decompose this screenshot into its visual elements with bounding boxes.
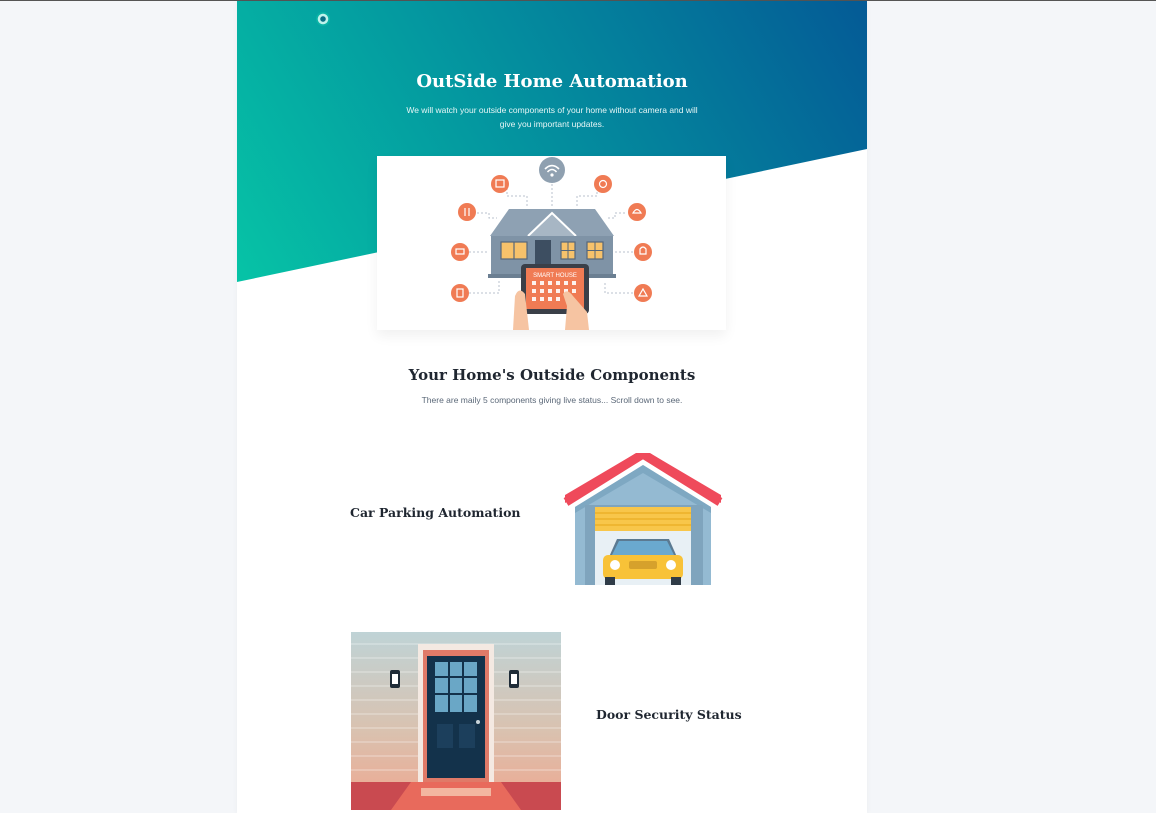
door-illustration	[351, 632, 561, 810]
section-title: Your Home's Outside Components	[408, 366, 696, 384]
smart-house-label: SMART HOUSE	[533, 273, 577, 279]
wifi-icon	[539, 157, 565, 183]
hero-title: OutSide Home Automation	[416, 71, 688, 92]
smart-house-illustration: SMART HOUSE	[377, 156, 726, 330]
garage-car-illustration	[563, 448, 723, 585]
feature-title-car-parking: Car Parking Automation	[350, 505, 521, 520]
section-subtitle: There are maily 5 components giving live…	[421, 395, 683, 405]
page-container: OutSide Home Automation We will watch yo…	[237, 1, 867, 813]
hero-subtitle: We will watch your outside components of…	[406, 105, 698, 129]
logo-icon[interactable]	[316, 12, 330, 26]
feature-title-door-security: Door Security Status	[596, 707, 742, 722]
